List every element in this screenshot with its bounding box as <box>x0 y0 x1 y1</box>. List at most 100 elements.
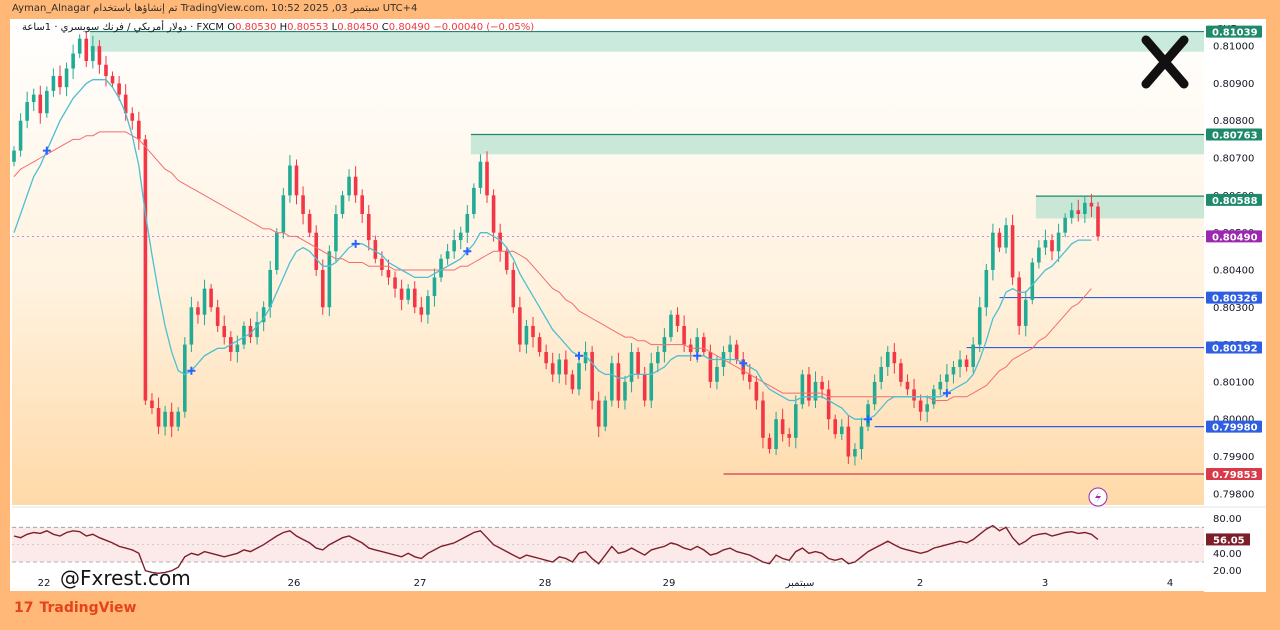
candle-body <box>222 325 227 338</box>
candle-body <box>537 337 542 353</box>
candle-body <box>682 325 686 345</box>
candle-body <box>531 325 535 338</box>
candle-body <box>1037 247 1041 263</box>
candle-body <box>813 381 818 401</box>
price-tag: 0.80588 <box>1212 196 1258 207</box>
time-axis-tick: 4 <box>1167 578 1173 589</box>
candle-body <box>695 337 700 353</box>
candle-body <box>373 240 378 259</box>
candle-body <box>945 374 949 382</box>
candle-body <box>77 38 82 54</box>
price-axis-tick: 0.80700 <box>1213 154 1254 165</box>
ohlc-legend-part: 0.80490 <box>389 22 430 33</box>
tv-logo-icon: 17 <box>14 600 34 616</box>
candle-body <box>465 214 470 233</box>
candle-body <box>1010 225 1015 278</box>
candle-body <box>366 214 371 241</box>
ohlc-legend-part: −0.00040 (−0.05%) <box>430 22 534 33</box>
ohlc-legend-part: 0.80553 <box>287 22 328 33</box>
candle-body <box>274 232 279 270</box>
price-axis-tick: 0.80800 <box>1213 116 1254 127</box>
candle-body <box>432 277 437 297</box>
candle-body <box>71 53 75 69</box>
candle-body <box>590 352 594 401</box>
candle-body <box>702 337 706 353</box>
candle-body <box>564 359 568 375</box>
candle-body <box>728 344 732 353</box>
price-tag: 0.79980 <box>1212 423 1258 434</box>
candle-body <box>64 68 69 88</box>
price-chart[interactable]: 0.810000.809000.808000.807000.806000.805… <box>0 0 1280 630</box>
candle-body <box>577 363 581 390</box>
candle-body <box>977 307 982 345</box>
candle-body <box>58 75 62 88</box>
candle-body <box>215 307 220 326</box>
candle-body <box>209 288 213 308</box>
time-axis-tick: 26 <box>288 578 301 589</box>
ohlc-legend-part: H <box>276 22 287 33</box>
candle-body <box>905 381 910 390</box>
candle-body <box>143 139 148 401</box>
candle-body <box>242 325 246 345</box>
candle-body <box>511 269 516 308</box>
candle-body <box>353 176 358 196</box>
time-axis-tick: 27 <box>414 578 427 589</box>
candle-body <box>104 64 108 76</box>
candle-body <box>833 419 838 435</box>
candle-body <box>281 195 286 233</box>
price-axis-tick: 0.79900 <box>1213 452 1254 463</box>
candle-body <box>380 258 384 270</box>
candle-body <box>419 307 424 315</box>
candle-body <box>610 363 614 401</box>
candle-body <box>84 38 89 62</box>
ohlc-legend: دولار أمريكي / فرنك سويسري · 1ساعة · FXC… <box>22 20 534 33</box>
candle-body <box>1096 206 1100 237</box>
candle-body <box>202 288 207 315</box>
candle-body <box>984 269 989 308</box>
candle-body <box>38 94 43 114</box>
price-tag: 0.80192 <box>1212 344 1258 355</box>
candle-body <box>596 400 601 427</box>
candle-body <box>196 307 200 315</box>
candle-body <box>754 381 759 401</box>
candle-body <box>918 400 923 412</box>
candle-body <box>320 269 325 308</box>
candle-body <box>268 269 273 308</box>
candle-body <box>557 359 562 375</box>
candle-body <box>150 400 154 408</box>
candle-body <box>912 389 916 401</box>
tradingview-logo: 17 TradingView <box>14 600 136 616</box>
candle-body <box>938 381 943 390</box>
candle-body <box>629 352 634 382</box>
candle-body <box>334 214 338 252</box>
candle-body <box>820 381 824 390</box>
ohlc-legend-part: 0.80530 <box>235 22 276 33</box>
time-axis-tick: 22 <box>38 578 51 589</box>
candle-body <box>169 411 174 427</box>
candle-body <box>839 426 844 435</box>
candle-body <box>774 419 778 450</box>
candle-body <box>439 258 443 278</box>
time-axis-tick: 28 <box>539 578 552 589</box>
rsi-axis-tick: 40.00 <box>1213 549 1242 560</box>
candle-body <box>518 307 522 345</box>
candle-body <box>235 344 240 353</box>
candle-body <box>715 366 719 382</box>
candle-body <box>1076 210 1081 214</box>
tv-brand-label: TradingView <box>39 600 137 616</box>
candle-body <box>787 434 792 438</box>
candle-body <box>1023 299 1028 326</box>
candle-body <box>656 352 660 364</box>
candle-body <box>163 411 167 427</box>
candle-body <box>307 214 312 233</box>
candle-body <box>452 240 456 252</box>
candle-body <box>18 120 23 151</box>
candle-body <box>761 400 765 438</box>
price-tag: 0.80763 <box>1212 131 1258 142</box>
candle-body <box>412 288 417 308</box>
price-axis-tick: 0.79800 <box>1213 489 1254 500</box>
candle-body <box>925 404 929 412</box>
candle-body <box>859 426 864 450</box>
price-pane-background <box>12 20 1204 505</box>
candle-body <box>899 363 903 382</box>
